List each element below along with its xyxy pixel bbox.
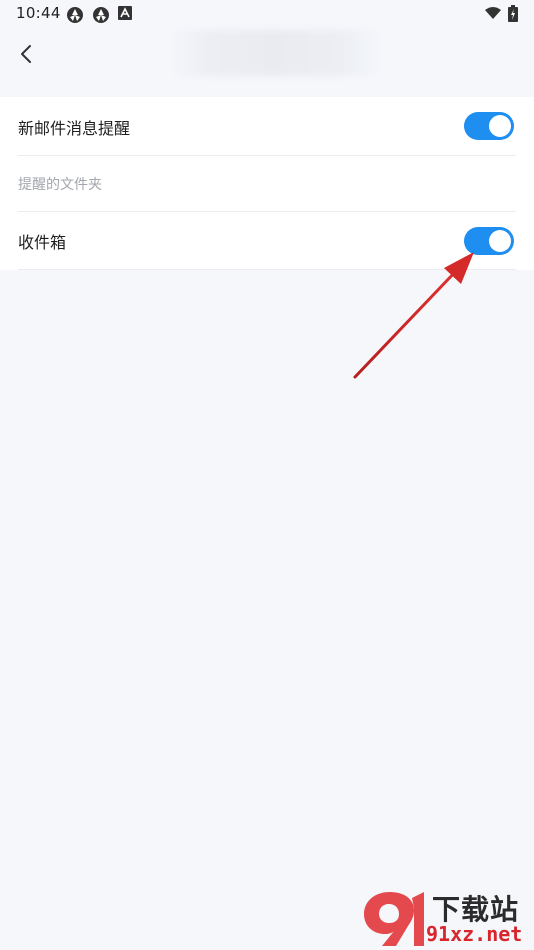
folder-section-header: 提醒的文件夹 — [0, 156, 534, 211]
new-mail-notification-toggle[interactable] — [464, 112, 514, 140]
status-time: 10:44 — [16, 4, 61, 22]
watermark: 下载站 91xz.net — [360, 888, 530, 948]
screen: 10:44 新邮件消息提醒 提醒的文件夹 收件箱 下载站 91xz.net — [0, 0, 534, 950]
toggle-knob — [489, 115, 511, 137]
aperture-icon — [67, 7, 83, 23]
chevron-left-icon — [21, 45, 31, 63]
back-button[interactable] — [10, 38, 42, 70]
aperture-icon — [93, 7, 109, 23]
new-mail-notification-label: 新邮件消息提醒 — [18, 119, 131, 138]
status-bar: 10:44 — [0, 0, 534, 28]
app-a-icon — [118, 6, 132, 20]
page-title — [170, 30, 380, 76]
watermark-domain: 91xz.net — [426, 922, 523, 946]
header — [0, 28, 534, 80]
inbox-label: 收件箱 — [18, 233, 67, 252]
battery-charging-icon — [508, 5, 518, 22]
annotation-arrow — [353, 252, 474, 379]
folder-section-hint: 提醒的文件夹 — [18, 177, 102, 193]
toggle-knob — [489, 230, 511, 252]
wifi-icon — [485, 7, 501, 19]
new-mail-notification-row[interactable]: 新邮件消息提醒 — [0, 97, 534, 155]
watermark-logo-icon — [364, 892, 424, 946]
